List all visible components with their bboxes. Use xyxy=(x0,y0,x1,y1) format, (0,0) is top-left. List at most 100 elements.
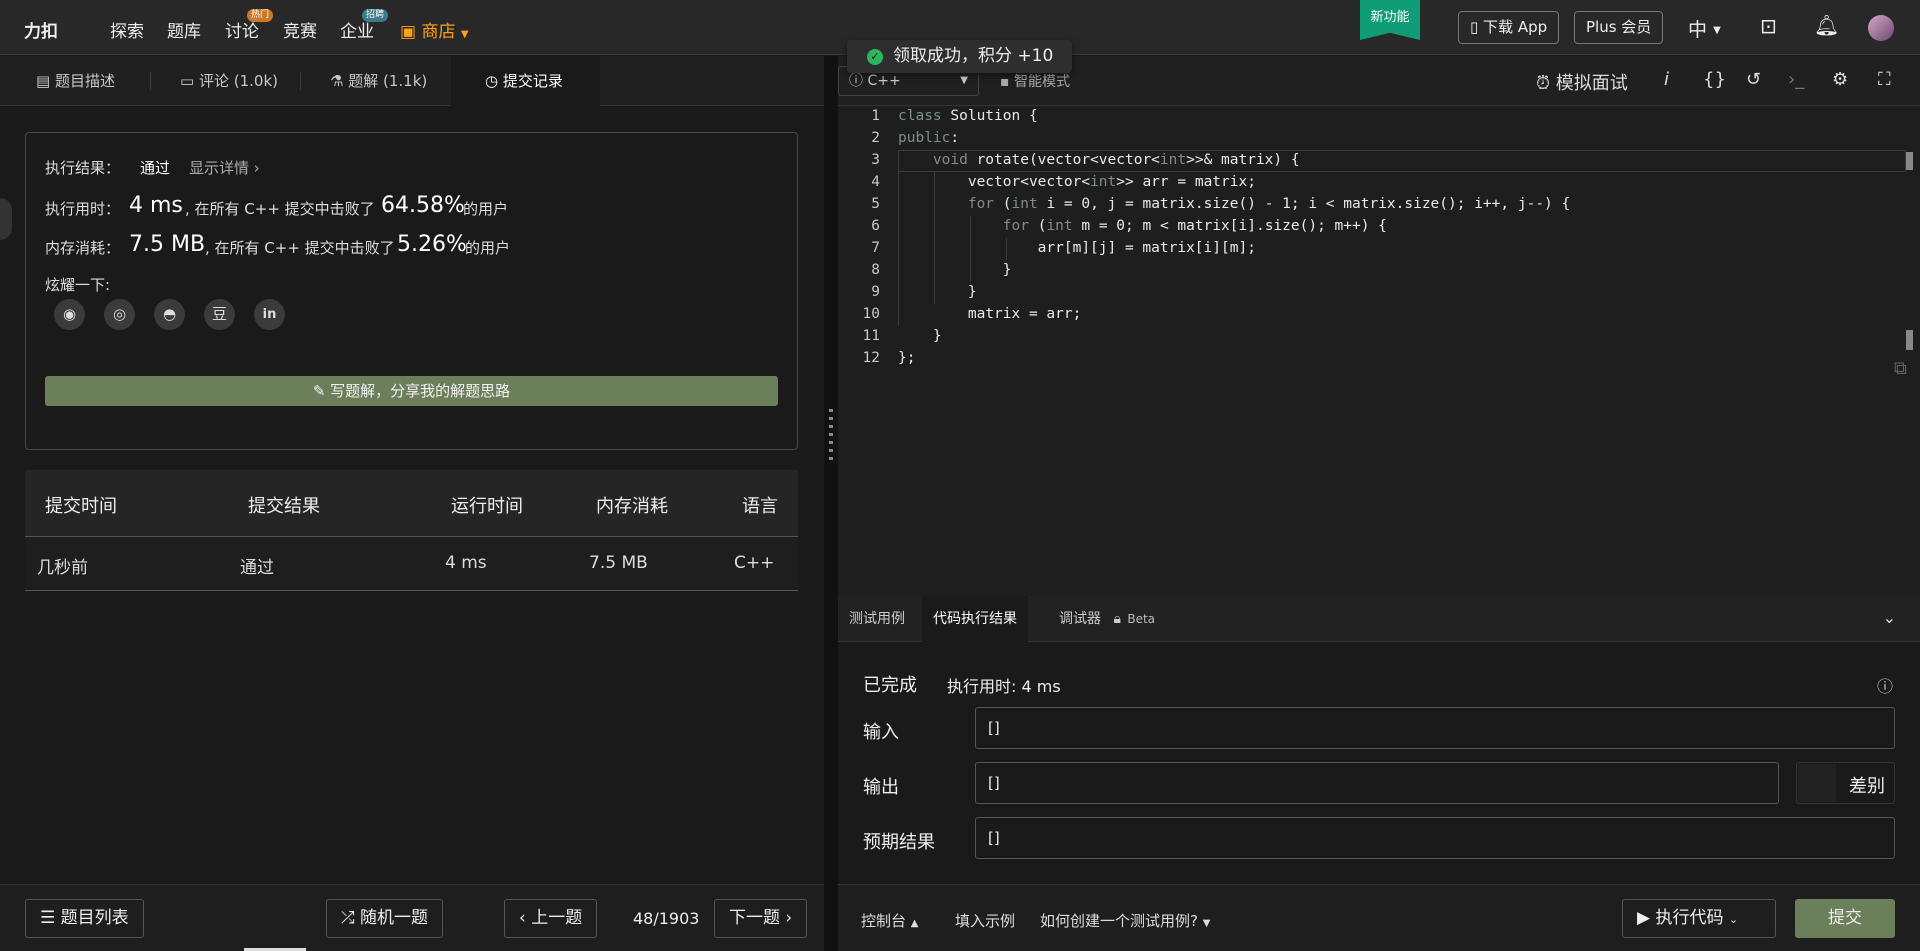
smart-mode-label: 智能模式 xyxy=(1013,74,1070,90)
terminal-icon[interactable]: ›_ xyxy=(1788,69,1804,90)
run-code-button[interactable]: ▶ 执行代码 ⌄ xyxy=(1622,899,1776,938)
douban-icon[interactable]: 豆 xyxy=(204,299,235,330)
code-editor[interactable]: ⧉ 1 2 3 4 5 6 7 8 9 10 11 12 class Solut… xyxy=(838,106,1920,596)
logo[interactable]: 力扣 xyxy=(24,17,58,42)
fill-example-link[interactable]: 填入示例 xyxy=(955,910,1015,931)
tab-testcase[interactable]: 测试用例 xyxy=(838,596,916,642)
code-line: } xyxy=(898,284,977,300)
col-header-runtime: 运行时间 xyxy=(451,496,523,517)
how-create-testcase-link[interactable]: 如何创建一个测试用例? ▼ xyxy=(1040,910,1210,931)
braces-icon[interactable]: {} xyxy=(1703,69,1726,90)
line-number: 12 xyxy=(862,350,880,366)
line-number: 3 xyxy=(871,152,880,168)
submit-button[interactable]: 提交 xyxy=(1795,899,1895,938)
nav-shop[interactable]: ▣ 商店 ▼ xyxy=(400,17,469,42)
qq-icon[interactable]: ◓ xyxy=(154,299,185,330)
next-problem-button[interactable]: 下一题 › xyxy=(714,899,808,938)
shop-icon: ▣ xyxy=(400,22,417,42)
new-feature-ribbon[interactable]: 新功能 xyxy=(1360,0,1420,40)
info-italic-icon[interactable]: i xyxy=(1664,69,1669,90)
write-solution-button[interactable]: ✎ 写题解，分享我的解题思路 xyxy=(45,376,778,406)
random-problem-button[interactable]: ⤮ 随机一题 xyxy=(326,899,444,938)
expected-value-field[interactable]: [] xyxy=(975,817,1895,859)
plus-member-button[interactable]: Plus 会员 xyxy=(1574,11,1664,44)
nav-explore[interactable]: 探索 xyxy=(110,17,144,42)
cell-runtime: 4 ms xyxy=(445,553,487,573)
language-select-value: C++ xyxy=(867,73,901,89)
expected-label: 预期结果 xyxy=(863,832,935,853)
tab-submissions[interactable]: ◷ 提交记录 xyxy=(451,56,600,106)
line-number: 5 xyxy=(871,196,880,212)
share-label: 炫耀一下: xyxy=(45,276,111,294)
fullscreen-icon[interactable]: ⛶ xyxy=(1878,69,1891,90)
tab-solutions[interactable]: ⚗ 题解 (1.1k) xyxy=(330,56,427,106)
table-row[interactable] xyxy=(25,537,798,591)
download-app-button[interactable]: ▯ 下载 App xyxy=(1458,11,1560,44)
cell-memory: 7.5 MB xyxy=(589,553,648,573)
tab-debugger-label: 调试器 xyxy=(1059,611,1101,627)
code-line: }; xyxy=(898,350,916,366)
nav-problems[interactable]: 题库 xyxy=(167,17,201,42)
drag-handle-icon xyxy=(829,409,833,465)
play-icon: ▶ xyxy=(1637,908,1651,928)
runtime-percent: 64.58% xyxy=(381,193,465,218)
problem-list-button[interactable]: ☰ 题目列表 xyxy=(25,899,144,938)
chevron-down-icon[interactable]: ⌄ xyxy=(1883,608,1896,627)
cell-time: 几秒前 xyxy=(37,558,88,578)
nav-contest[interactable]: 竞赛 xyxy=(283,17,317,42)
diff-toggle[interactable]: 差别 xyxy=(1796,762,1895,804)
shuffle-icon: ⤮ xyxy=(341,908,355,928)
help-icon[interactable]: ⓘ xyxy=(1877,673,1893,697)
beta-badge: Beta xyxy=(1127,612,1156,626)
tab-solutions-label: 题解 (1.1k) xyxy=(348,72,428,90)
console-toggle-label: 控制台 xyxy=(861,912,907,930)
mock-interview-label: 模拟面试 xyxy=(1555,73,1628,94)
language-switch[interactable]: 中 ▼ xyxy=(1688,15,1721,42)
line-number: 2 xyxy=(871,130,880,146)
pencil-icon: ✎ xyxy=(312,382,326,400)
tab-comments-label: 评论 (1.0k) xyxy=(198,72,278,90)
prev-problem-button[interactable]: ‹ 上一题 xyxy=(504,899,598,938)
copy-icon[interactable]: ⧉ xyxy=(1894,358,1907,379)
discuss-hot-badge: 热门 xyxy=(247,9,274,22)
runtime-users-text: 的用户 xyxy=(463,200,509,218)
tab-debugger[interactable]: 调试器 🔒︎ Beta xyxy=(1048,596,1166,642)
status-badge: 通过 xyxy=(140,159,171,177)
memory-percent: 5.26% xyxy=(397,232,467,257)
chevron-right-icon: › xyxy=(785,908,793,928)
settings-icon[interactable]: ⚙ xyxy=(1832,69,1848,90)
input-label: 输入 xyxy=(863,722,899,743)
console-toggle[interactable]: 控制台 ▲ xyxy=(861,910,919,931)
runtime-label: 执行用时： xyxy=(45,200,121,218)
code-line: } xyxy=(898,328,942,344)
output-value-field[interactable]: [] xyxy=(975,762,1779,804)
input-value-field[interactable]: [] xyxy=(975,707,1895,749)
memory-users-text: 的用户 xyxy=(465,239,511,257)
tab-exec-result[interactable]: 代码执行结果 xyxy=(922,596,1028,642)
weibo-icon[interactable]: ◎ xyxy=(104,299,135,330)
reset-icon[interactable]: ↺ xyxy=(1746,69,1761,90)
line-number: 7 xyxy=(871,240,880,256)
smart-mode-toggle[interactable]: ▪ 智能模式 xyxy=(1000,71,1070,91)
exec-result-label: 执行结果： xyxy=(45,159,121,177)
side-collapse-handle[interactable] xyxy=(0,198,12,240)
prev-problem-label: 上一题 xyxy=(531,908,583,928)
code-line: vector<vector<int>> arr = matrix; xyxy=(898,174,1256,190)
cell-result[interactable]: 通过 xyxy=(240,553,274,578)
code-line: class Solution { xyxy=(898,108,1038,124)
show-details-link[interactable]: 显示详情 › xyxy=(189,157,260,178)
tab-description[interactable]: ▤ 题目描述 xyxy=(36,56,115,106)
panel-splitter[interactable] xyxy=(824,56,838,884)
next-problem-label: 下一题 xyxy=(729,908,780,928)
phone-icon: ▯ xyxy=(1470,18,1479,36)
memory-label: 内存消耗： xyxy=(45,239,121,257)
bell-icon[interactable]: 🔔︎ xyxy=(1814,13,1839,37)
linkedin-icon[interactable]: in xyxy=(254,299,285,330)
playground-icon[interactable]: ⊡ xyxy=(1760,14,1777,38)
wechat-icon[interactable]: ◉ xyxy=(54,299,85,330)
tab-comments[interactable]: ▭ 评论 (1.0k) xyxy=(180,56,278,106)
code-line: arr[m][j] = matrix[i][m]; xyxy=(898,240,1256,256)
avatar[interactable] xyxy=(1868,15,1894,41)
exec-time-text: 执行用时: 4 ms xyxy=(947,677,1061,696)
mock-interview-button[interactable]: ⏰︎ 模拟面试 xyxy=(1536,69,1628,95)
